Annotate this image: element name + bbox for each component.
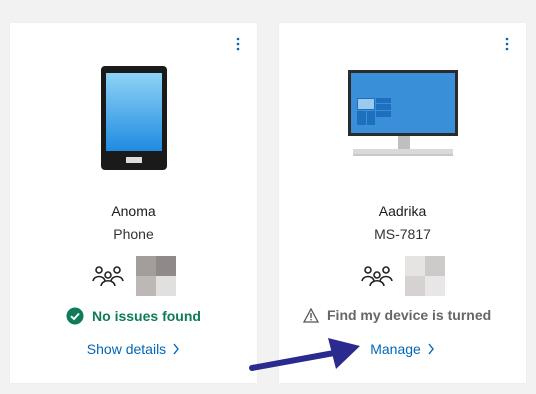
sharing-row [10,256,257,296]
desktop-monitor-icon [279,69,526,165]
annotation-arrow-icon [249,338,360,371]
link-label: Show details [86,341,167,357]
check-circle-icon [66,307,84,325]
more-options-icon[interactable] [499,35,515,55]
family-group-icon [360,266,393,287]
show-details-link[interactable]: Show details [10,341,257,357]
chevron-right-icon [173,343,180,355]
device-name: Aadrika [378,203,427,219]
status-message: No issues found [10,307,257,325]
device-card-anoma: Anoma Phone No issues found Show details [10,23,257,383]
avatar [404,256,445,296]
device-name: Anoma [111,203,156,219]
sharing-row [279,256,526,296]
phone-icon [10,65,257,171]
avatar [135,256,176,296]
warning-icon [303,307,319,323]
status-text: Find my device is turned [327,307,492,323]
chevron-right-icon [428,343,434,355]
link-label: Manage [370,341,421,357]
device-card-aadrika: Aadrika MS-7817 Find my device is turned… [279,23,526,383]
status-message: Find my device is turned [279,307,526,323]
status-text: No issues found [92,308,201,324]
device-model: MS-7817 [374,226,431,242]
device-model: Phone [113,226,154,242]
more-options-icon[interactable] [230,35,246,55]
family-group-icon [91,266,124,287]
